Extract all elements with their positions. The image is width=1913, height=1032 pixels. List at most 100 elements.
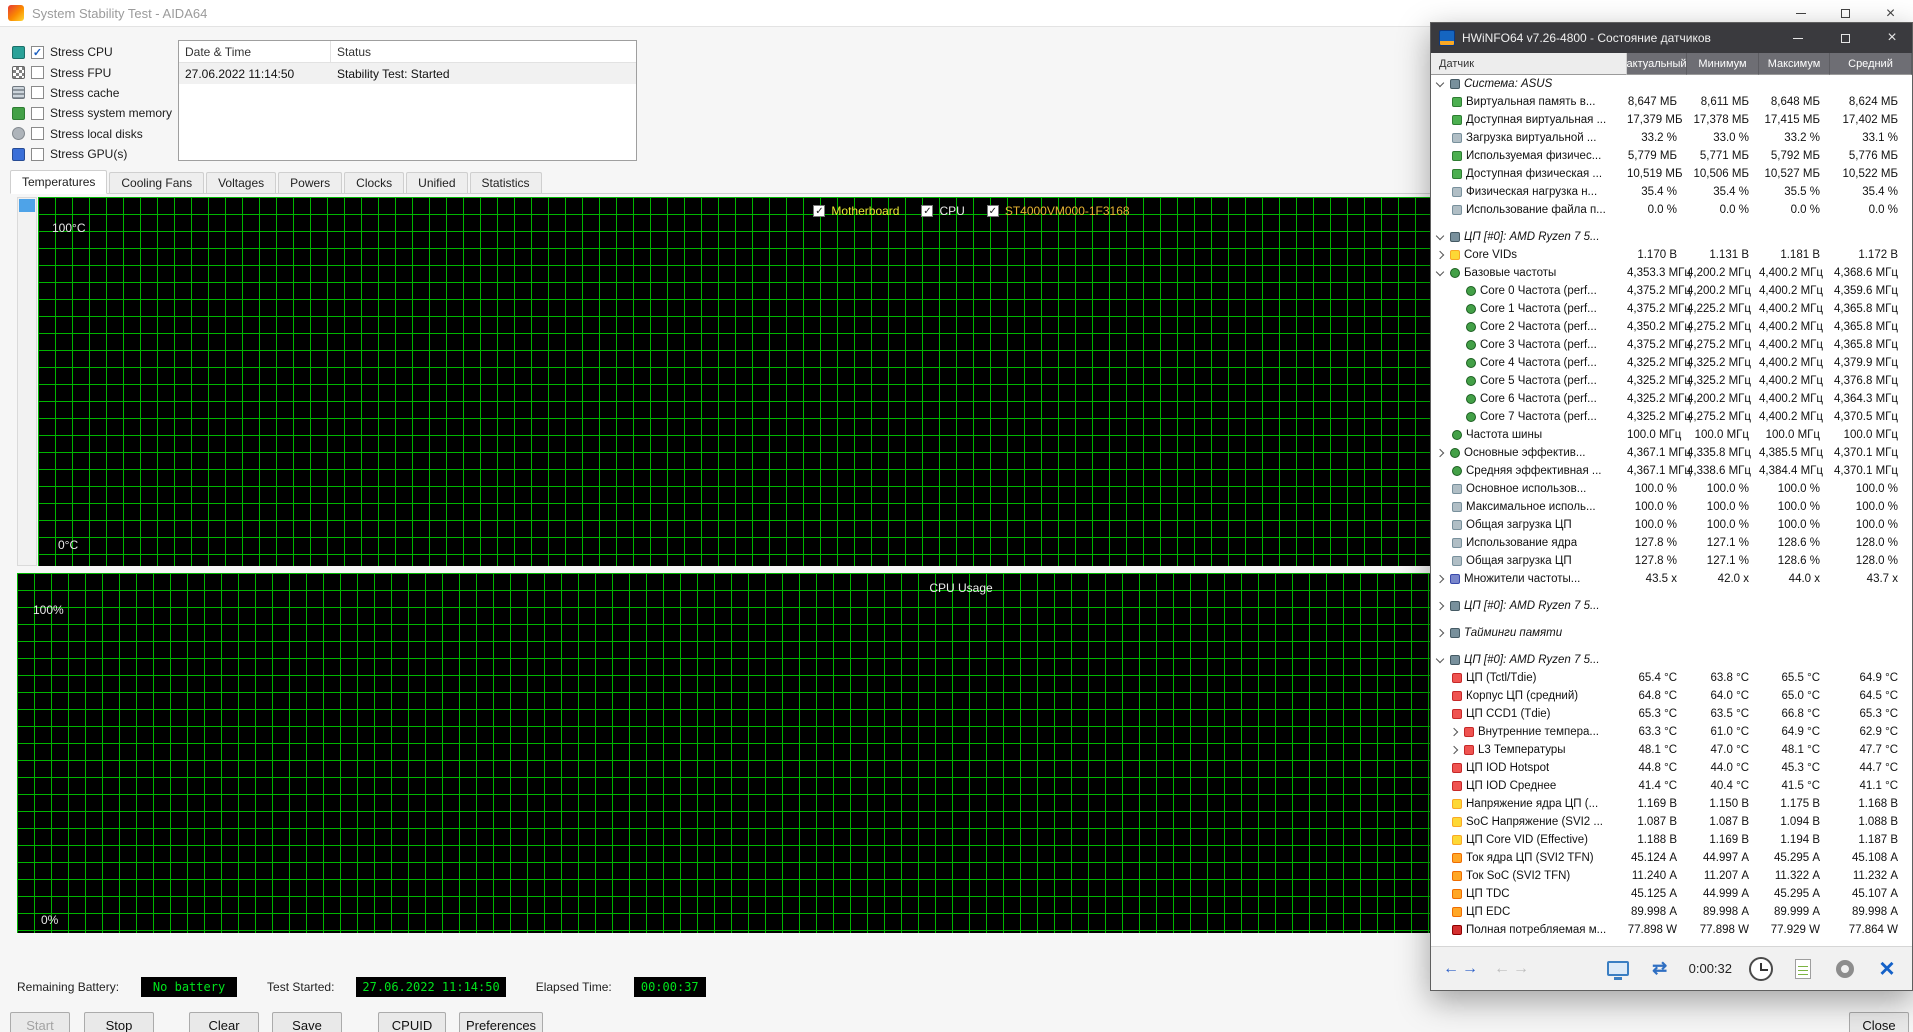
sensor-row[interactable]: SoC Напряжение (SVI2 ... 1.087 В 1.087 В 1.…: [1431, 813, 1912, 831]
sensor-row[interactable]: ЦП EDC 89.998 А 89.998 А 89.999 А 89.998 А: [1431, 903, 1912, 921]
sensor-row[interactable]: ЦП IOD Среднее 41.4 °C 40.4 °C 41.5 °C 41.1 …: [1431, 777, 1912, 795]
save-button[interactable]: Save: [272, 1012, 342, 1032]
sensor-row[interactable]: Использование файла п... 0.0 % 0.0 % 0.0 % 0…: [1431, 201, 1912, 219]
refresh-icon[interactable]: [1647, 954, 1673, 984]
graph-scrollbar-thumb[interactable]: [19, 199, 35, 212]
sensor-row[interactable]: Core 4 Частота (perf... 4,325.2 МГц 4,325.…: [1431, 354, 1912, 372]
tab-clocks[interactable]: Clocks: [344, 172, 405, 193]
sensor-row[interactable]: Core 0 Частота (perf... 4,375.2 МГц 4,200.…: [1431, 282, 1912, 300]
chevron-right-icon[interactable]: [1435, 250, 1445, 260]
graph-scrollbar[interactable]: [17, 197, 37, 566]
legend-motherboard[interactable]: ✓ Motherboard: [813, 204, 899, 218]
chevron-right-icon[interactable]: [1435, 574, 1445, 584]
stress-option-stress-system-memory[interactable]: Stress system memory: [12, 103, 182, 123]
stress-option-stress-cpu[interactable]: ✓ Stress CPU: [12, 42, 182, 62]
sensor-row[interactable]: Ток ядра ЦП (SVI2 TFN) 45.124 А 44.997 А 45…: [1431, 849, 1912, 867]
report-button[interactable]: [1790, 954, 1816, 984]
sensor-row[interactable]: ЦП CCD1 (Tdie) 65.3 °C 63.5 °C 66.8 °C 65.3 …: [1431, 705, 1912, 723]
sensor-row[interactable]: Общая загрузка ЦП 127.8 % 127.1 % 128.6 % 12…: [1431, 552, 1912, 570]
tab-unified[interactable]: Unified: [406, 172, 468, 193]
remote-monitor-button[interactable]: [1605, 954, 1631, 984]
column-header-средний[interactable]: Средний: [1830, 53, 1912, 75]
chevron-down-icon[interactable]: [1435, 78, 1445, 88]
sensor-row[interactable]: Используемая физичес... 5,779 МБ 5,771 МБ 5…: [1431, 147, 1912, 165]
close-button[interactable]: Close: [1849, 1012, 1909, 1032]
tab-powers[interactable]: Powers: [278, 172, 343, 193]
sensor-row[interactable]: Частота шины 100.0 МГц 100.0 МГц 100.0 МГц 1…: [1431, 426, 1912, 444]
sensor-row[interactable]: Core 2 Частота (perf... 4,350.2 МГц 4,275.…: [1431, 318, 1912, 336]
sensor-group-row[interactable]: Тайминги памяти: [1431, 624, 1912, 642]
sensor-row[interactable]: Максимальное исполь... 100.0 % 100.0 % 100.…: [1431, 498, 1912, 516]
chevron-right-icon[interactable]: [1435, 628, 1445, 638]
log-row[interactable]: 27.06.2022 11:14:50 Stability Test: Star…: [179, 63, 636, 84]
sensor-group-row[interactable]: ЦП [#0]: AMD Ryzen 7 5...: [1431, 597, 1912, 615]
sensor-row[interactable]: ЦП IOD Hotspot 44.8 °C 44.0 °C 45.3 °C 44.7 …: [1431, 759, 1912, 777]
sensor-row[interactable]: Базовые частоты 4,353.3 МГц 4,200.2 МГц 4,4…: [1431, 264, 1912, 282]
log-column-status[interactable]: Status: [331, 41, 636, 62]
chevron-down-icon[interactable]: [1435, 231, 1445, 241]
stress-option-stress-gpu-s[interactable]: Stress GPU(s): [12, 144, 182, 164]
checkbox[interactable]: [31, 106, 44, 120]
checkbox[interactable]: [31, 86, 44, 100]
sensor-group-row[interactable]: Система: ASUS: [1431, 75, 1912, 93]
sensor-row[interactable]: Множители частоты... 43.5 x 42.0 x 44.0 x 43…: [1431, 570, 1912, 588]
sensor-row[interactable]: Основное использов... 100.0 % 100.0 % 100.0…: [1431, 480, 1912, 498]
preferences-button[interactable]: Preferences: [459, 1012, 543, 1032]
reset-timer-button[interactable]: [1748, 954, 1774, 984]
sensor-row[interactable]: Общая загрузка ЦП 100.0 % 100.0 % 100.0 % 10…: [1431, 516, 1912, 534]
chevron-right-icon[interactable]: [1435, 601, 1445, 611]
sensor-row[interactable]: Core VIDs 1.170 В 1.131 В 1.181 В 1.172 В: [1431, 246, 1912, 264]
tab-cooling-fans[interactable]: Cooling Fans: [109, 172, 205, 193]
hwinfo-minimize-icon[interactable]: [1778, 23, 1818, 53]
tab-voltages[interactable]: Voltages: [206, 172, 277, 193]
chevron-right-icon[interactable]: [1435, 448, 1445, 458]
sensor-row[interactable]: Доступная виртуальная ... 17,379 МБ 17,378…: [1431, 111, 1912, 129]
sensor-row[interactable]: ЦП Core VID (Effective) 1.188 В 1.169 В 1.1…: [1431, 831, 1912, 849]
tab-temperatures[interactable]: Temperatures: [10, 170, 108, 194]
checkbox[interactable]: ✓: [986, 205, 999, 217]
chevron-down-icon[interactable]: [1435, 267, 1445, 277]
legend-st4000vm000-1f3168[interactable]: ✓ ST4000VM000-1F3168: [986, 204, 1130, 218]
settings-button[interactable]: [1832, 954, 1858, 984]
hwinfo-close-icon[interactable]: [1872, 23, 1912, 53]
chevron-right-icon[interactable]: [1449, 745, 1459, 755]
sensor-row[interactable]: Средняя эффективная ... 4,367.1 МГц 4,338.…: [1431, 462, 1912, 480]
checkbox[interactable]: [31, 147, 44, 161]
sensor-row[interactable]: Корпус ЦП (средний) 64.8 °C 64.0 °C 65.0 °C…: [1431, 687, 1912, 705]
stress-option-stress-local-disks[interactable]: Stress local disks: [12, 124, 182, 144]
checkbox[interactable]: ✓: [921, 205, 934, 217]
stress-option-stress-fpu[interactable]: Stress FPU: [12, 62, 182, 82]
column-header-минимум[interactable]: Минимум: [1687, 53, 1759, 75]
tab-statistics[interactable]: Statistics: [469, 172, 542, 193]
sensor-row[interactable]: Виртуальная память в... 8,647 МБ 8,611 МБ 8…: [1431, 93, 1912, 111]
sensor-row[interactable]: L3 Температуры 48.1 °C 47.0 °C 48.1 °C 47.7 …: [1431, 741, 1912, 759]
sensor-row[interactable]: Внутренние темпера... 63.3 °C 61.0 °C 64.9 …: [1431, 723, 1912, 741]
column-header-максимум[interactable]: Максимум: [1759, 53, 1830, 75]
sensor-row[interactable]: ЦП (Tctl/Tdie) 65.4 °C 63.8 °C 65.5 °C 64.9 …: [1431, 669, 1912, 687]
chevron-right-icon[interactable]: [1449, 727, 1459, 737]
close-sensors-icon[interactable]: [1874, 954, 1900, 984]
sensor-row[interactable]: Использование ядра 127.8 % 127.1 % 128.6 % 1…: [1431, 534, 1912, 552]
sensor-row[interactable]: Доступная физическая ... 10,519 МБ 10,506 …: [1431, 165, 1912, 183]
cpuid-button[interactable]: CPUID: [378, 1012, 446, 1032]
sensor-row[interactable]: ЦП TDC 45.125 А 44.999 А 45.295 А 45.107 А: [1431, 885, 1912, 903]
sensor-row[interactable]: Загрузка виртуальной ... 33.2 % 33.0 % 33.2…: [1431, 129, 1912, 147]
checkbox[interactable]: [31, 66, 44, 80]
chevron-down-icon[interactable]: [1435, 654, 1445, 664]
sensor-row[interactable]: Физическая нагрузка н... 35.4 % 35.4 % 35.5…: [1431, 183, 1912, 201]
checkbox[interactable]: ✓: [31, 45, 44, 59]
sensor-group-row[interactable]: ЦП [#0]: AMD Ryzen 7 5...: [1431, 228, 1912, 246]
sensor-row[interactable]: Core 1 Частота (perf... 4,375.2 МГц 4,225.…: [1431, 300, 1912, 318]
stop-button[interactable]: Stop: [84, 1012, 154, 1032]
nav-arrows-button[interactable]: [1443, 960, 1478, 978]
sensor-row[interactable]: Ток SoC (SVI2 TFN) 11.240 А 11.207 А 11.322…: [1431, 867, 1912, 885]
checkbox[interactable]: ✓: [813, 205, 826, 217]
sensor-row[interactable]: Полная потребляемая м... 77.898 W 77.898 W…: [1431, 921, 1912, 939]
checkbox[interactable]: [31, 127, 44, 141]
column-header-актуальный[interactable]: актуальный: [1627, 53, 1687, 75]
column-header-датчик[interactable]: Датчик: [1431, 53, 1627, 75]
sensor-row[interactable]: Core 6 Частота (perf... 4,325.2 МГц 4,200.…: [1431, 390, 1912, 408]
sensor-row[interactable]: Core 3 Частота (perf... 4,375.2 МГц 4,275.…: [1431, 336, 1912, 354]
clear-button[interactable]: Clear: [189, 1012, 259, 1032]
sensor-group-row[interactable]: ЦП [#0]: AMD Ryzen 7 5...: [1431, 651, 1912, 669]
